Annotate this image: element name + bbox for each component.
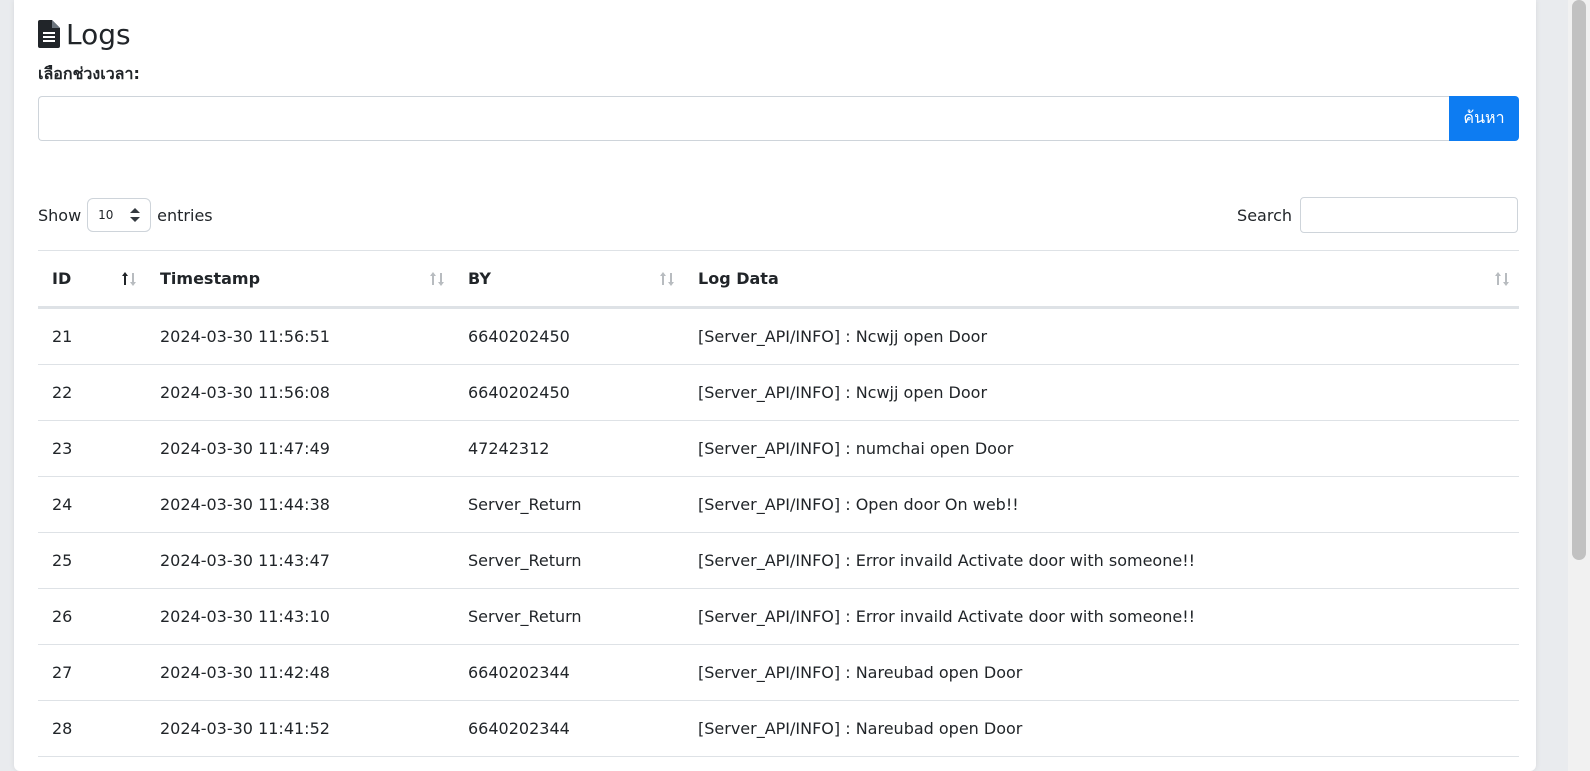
page-title: Logs: [38, 16, 131, 52]
cell-id: 22: [38, 364, 146, 421]
column-header-id[interactable]: ID: [38, 250, 146, 309]
sort-icon: [660, 272, 674, 286]
time-range-group: ค้นหา: [38, 96, 1519, 141]
cell-by: Server_Return: [454, 588, 684, 645]
page-length-select[interactable]: 10: [87, 198, 152, 232]
cell-log-data: [Server_API/INFO] : Nareubad open Door: [684, 700, 1519, 757]
cell-id: 24: [38, 476, 146, 533]
table-header-row: ID Timestamp BY Log Data: [38, 250, 1519, 309]
cell-log-data: [Server_API/INFO] : Error invaild Activa…: [684, 532, 1519, 589]
cell-log-data: [Server_API/INFO] : Nareubad open Door: [684, 644, 1519, 701]
cell-by: 6640202450: [454, 307, 684, 365]
cell-log-data: [Server_API/INFO] : Open door On web!!: [684, 476, 1519, 533]
cell-by: 6640202344: [454, 644, 684, 701]
logs-card: Logs เลือกช่วงเวลา: ค้นหา Show 10 entrie…: [14, 0, 1536, 771]
time-range-input[interactable]: [38, 96, 1449, 141]
table-row: 28 2024-03-30 11:41:52 6640202344 [Serve…: [38, 700, 1519, 757]
page-scrollbar[interactable]: [1568, 0, 1590, 771]
sort-icon: [1495, 272, 1509, 286]
sort-ascending-icon: [122, 272, 136, 286]
cell-by: 6640202344: [454, 700, 684, 757]
page-length-value: 10: [98, 208, 114, 222]
sort-icon: [430, 272, 444, 286]
cell-log-data: [Server_API/INFO] : numchai open Door: [684, 420, 1519, 477]
column-header-by[interactable]: BY: [454, 250, 684, 309]
show-label: Show: [38, 205, 82, 225]
table-row: 25 2024-03-30 11:43:47 Server_Return [Se…: [38, 532, 1519, 589]
table-search-label: Search: [1237, 205, 1292, 225]
time-range-label: เลือกช่วงเวลา:: [38, 64, 140, 83]
cell-log-data: [Server_API/INFO] : Ncwjj open Door: [684, 307, 1519, 365]
cell-log-data: [Server_API/INFO] : Ncwjj open Door: [684, 364, 1519, 421]
cell-timestamp: 2024-03-30 11:47:49: [146, 420, 454, 477]
cell-by: 6640202450: [454, 364, 684, 421]
entries-label: entries: [157, 205, 213, 225]
search-button[interactable]: ค้นหา: [1449, 96, 1519, 141]
cell-timestamp: 2024-03-30 11:43:47: [146, 532, 454, 589]
cell-id: 28: [38, 700, 146, 757]
cell-timestamp: 2024-03-30 11:56:51: [146, 307, 454, 365]
cell-id: 25: [38, 532, 146, 589]
cell-by: 47242312: [454, 420, 684, 477]
table-row: 23 2024-03-30 11:47:49 47242312 [Server_…: [38, 420, 1519, 477]
table-row: 22 2024-03-30 11:56:08 6640202450 [Serve…: [38, 364, 1519, 421]
cell-timestamp: 2024-03-30 11:43:10: [146, 588, 454, 645]
cell-by: Server_Return: [454, 476, 684, 533]
cell-id: 21: [38, 307, 146, 365]
table-search-control: Search: [1237, 197, 1518, 233]
cell-timestamp: 2024-03-30 11:41:52: [146, 700, 454, 757]
table-row: 24 2024-03-30 11:44:38 Server_Return [Se…: [38, 476, 1519, 533]
cell-log-data: [Server_API/INFO] : Error invaild Activa…: [684, 588, 1519, 645]
cell-id: 26: [38, 588, 146, 645]
logs-table: ID Timestamp BY Log Data 21 2024-03-30 1…: [38, 250, 1519, 757]
column-header-log-data[interactable]: Log Data: [684, 250, 1519, 309]
cell-by: Server_Return: [454, 532, 684, 589]
file-text-icon: [38, 20, 60, 48]
cell-timestamp: 2024-03-30 11:42:48: [146, 644, 454, 701]
select-arrows-icon: [130, 208, 141, 222]
column-header-timestamp[interactable]: Timestamp: [146, 250, 454, 309]
table-row: 21 2024-03-30 11:56:51 6640202450 [Serve…: [38, 307, 1519, 365]
cell-id: 23: [38, 420, 146, 477]
cell-id: 27: [38, 644, 146, 701]
cell-timestamp: 2024-03-30 11:44:38: [146, 476, 454, 533]
table-search-input[interactable]: [1300, 197, 1518, 233]
table-row: 26 2024-03-30 11:43:10 Server_Return [Se…: [38, 588, 1519, 645]
page-length-control: Show 10 entries: [38, 198, 213, 232]
page-title-text: Logs: [66, 17, 131, 51]
table-row: 27 2024-03-30 11:42:48 6640202344 [Serve…: [38, 644, 1519, 701]
scrollbar-thumb[interactable]: [1572, 0, 1586, 560]
cell-timestamp: 2024-03-30 11:56:08: [146, 364, 454, 421]
